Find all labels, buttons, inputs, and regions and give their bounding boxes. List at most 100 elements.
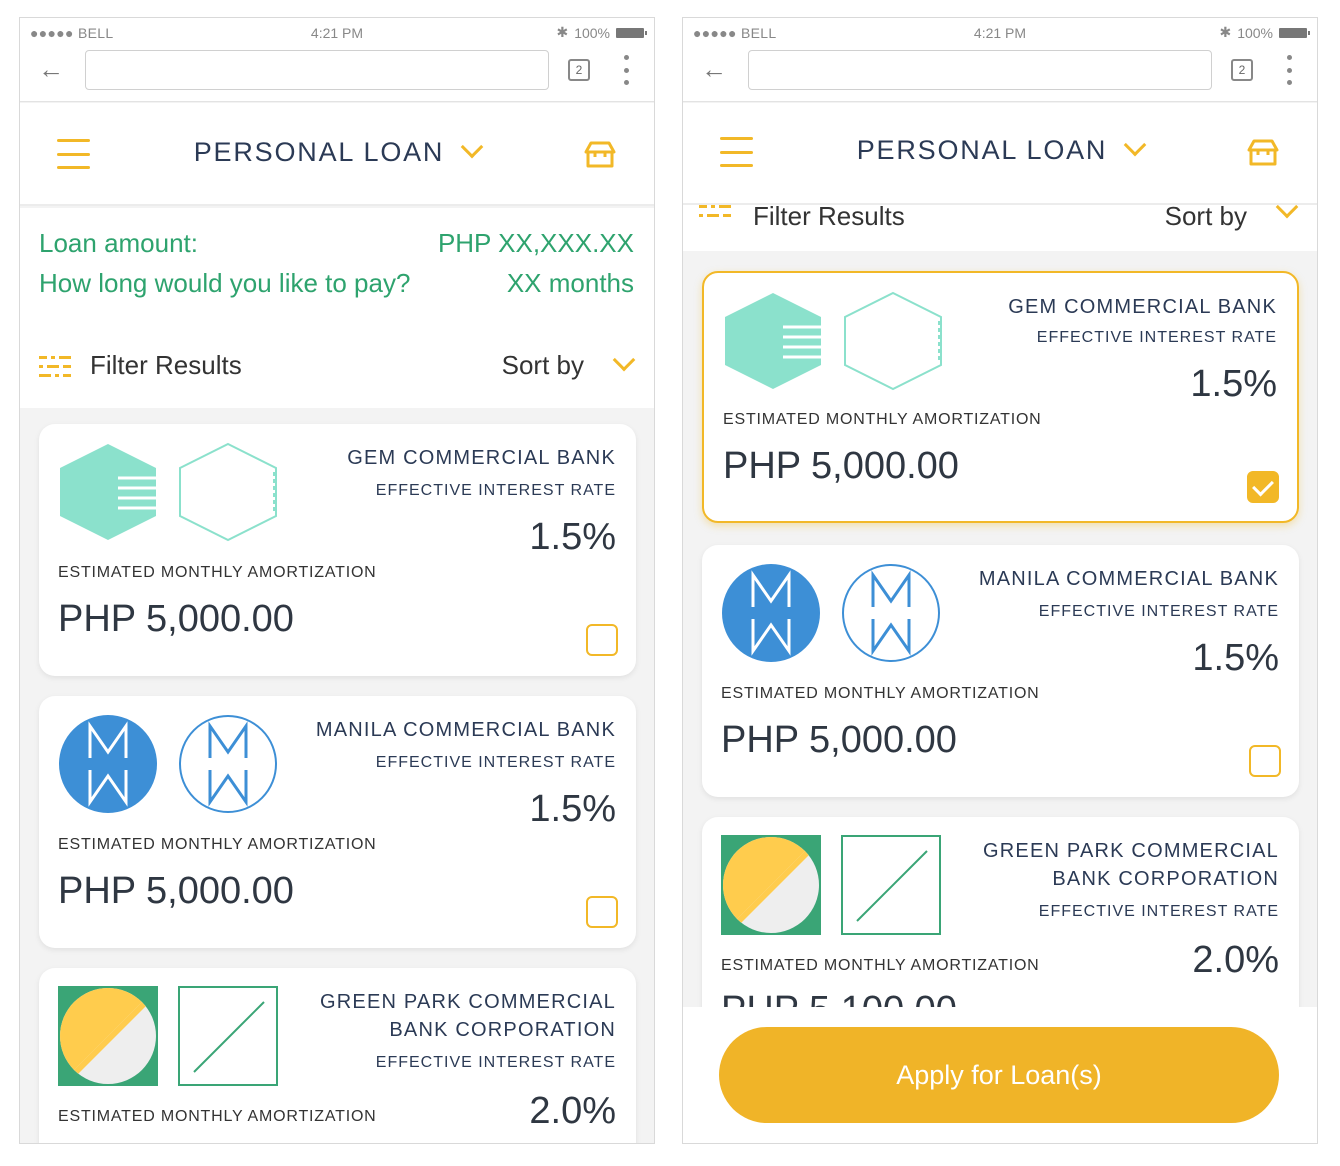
ema-value: PHP 5,000.00: [58, 598, 294, 640]
phone-screen-right: ●●●●● BELL 4:21 PM ✱ 100% ← 2 Filter Res…: [682, 17, 1318, 1144]
product-dropdown[interactable]: PERSONAL LOAN: [20, 135, 654, 168]
back-arrow-icon[interactable]: ←: [38, 56, 64, 82]
eir-label: EFFECTIVE INTEREST RATE: [1038, 903, 1279, 920]
loan-amount-label: Loan amount:: [39, 228, 199, 258]
chevron-down-icon: [460, 135, 484, 159]
loan-card-manila[interactable]: MANILA COMMERCIAL BANK EFFECTIVE INTERES…: [702, 545, 1299, 797]
loan-summary: Loan amount: PHP XX,XXX.XX How long woul…: [20, 208, 654, 408]
term-value[interactable]: XX months: [507, 268, 634, 299]
green-park-logo-outline-icon: [178, 986, 278, 1086]
ema-value: PHP 5,000.00: [723, 445, 959, 487]
apply-for-loans-button[interactable]: Apply for Loan(s): [719, 1027, 1279, 1123]
app-header: PERSONAL LOAN: [683, 103, 1317, 205]
bank-name: GEM COMMERCIAL BANK: [1008, 296, 1277, 318]
eir-value: 1.5%: [529, 788, 616, 830]
bank-name: GREEN PARK COMMERCIAL BANK CORPORATION: [320, 991, 616, 1041]
bank-name: GREEN PARK COMMERCIAL BANK CORPORATION: [983, 840, 1279, 890]
bluetooth-icon: ✱: [556, 24, 569, 40]
loan-amount-value[interactable]: PHP XX,XXX.XX: [438, 228, 634, 259]
select-checkbox[interactable]: [586, 896, 618, 928]
ema-label: ESTIMATED MONTHLY AMORTIZATION: [721, 685, 1040, 702]
manila-logo-icon: [722, 564, 820, 662]
status-right: ✱ 100%: [1219, 24, 1310, 41]
eir-label: EFFECTIVE INTEREST RATE: [1036, 329, 1277, 346]
term-label: How long would you like to pay?: [39, 268, 411, 298]
sort-by-button[interactable]: Sort by: [502, 350, 584, 381]
filter-bar: Filter Results Sort by: [683, 203, 1317, 251]
loan-card-green-park[interactable]: GREEN PARK COMMERCIAL BANK CORPORATION E…: [39, 968, 636, 1143]
loan-amount-row: Loan amount: PHP XX,XXX.XX: [39, 228, 634, 259]
status-bar: ●●●●● BELL 4:21 PM ✱ 100%: [683, 18, 1317, 48]
ema-label: ESTIMATED MONTHLY AMORTIZATION: [58, 1108, 377, 1125]
phone-screen-left: ●●●●● BELL 4:21 PM ✱ 100% ← 2 PERSONAL L…: [19, 17, 655, 1144]
tab-count-button[interactable]: 2: [568, 59, 590, 81]
bank-name: MANILA COMMERCIAL BANK: [315, 719, 616, 741]
browser-bar: ← 2: [20, 48, 654, 102]
filter-results-button[interactable]: Filter Results: [753, 203, 905, 232]
ema-label: ESTIMATED MONTHLY AMORTIZATION: [723, 411, 1042, 428]
url-input[interactable]: [748, 50, 1212, 90]
battery-icon: [1279, 27, 1310, 38]
bank-name: GEM COMMERCIAL BANK: [347, 447, 616, 469]
tab-count-button[interactable]: 2: [1231, 59, 1253, 81]
loan-card-gem[interactable]: GEM COMMERCIAL BANK EFFECTIVE INTEREST R…: [702, 271, 1299, 523]
bottom-action-bar: Apply for Loan(s): [683, 1007, 1317, 1143]
battery-icon: [616, 27, 647, 38]
eir-value: 1.5%: [1190, 363, 1277, 405]
url-input[interactable]: [85, 50, 549, 90]
green-park-logo-icon: [58, 986, 158, 1086]
eir-value: 1.5%: [1192, 637, 1279, 679]
bluetooth-icon: ✱: [1219, 24, 1232, 40]
loan-card-gem[interactable]: GEM COMMERCIAL BANK EFFECTIVE INTEREST R…: [39, 424, 636, 676]
ema-value: PHP 5,000.00: [58, 870, 294, 912]
scroll-area[interactable]: Filter Results Sort by GEM COMMERCIAL BA…: [683, 203, 1317, 1008]
term-row: How long would you like to pay? XX month…: [39, 268, 634, 299]
status-bar: ●●●●● BELL 4:21 PM ✱ 100%: [20, 18, 654, 48]
ema-label: ESTIMATED MONTHLY AMORTIZATION: [721, 957, 1040, 974]
loan-card-manila[interactable]: MANILA COMMERCIAL BANK EFFECTIVE INTERES…: [39, 696, 636, 948]
status-right: ✱ 100%: [556, 24, 647, 41]
page-title: PERSONAL LOAN: [193, 137, 445, 167]
chevron-down-icon[interactable]: [612, 348, 636, 372]
filter-icon[interactable]: [699, 203, 731, 229]
chevron-down-icon: [1123, 133, 1147, 157]
store-icon[interactable]: [1246, 135, 1280, 169]
select-checkbox[interactable]: [586, 624, 618, 656]
bank-name: MANILA COMMERCIAL BANK: [978, 568, 1279, 590]
ema-value: PHP 5,100.00: [721, 989, 957, 1008]
eir-value: 1.5%: [529, 516, 616, 558]
store-icon[interactable]: [583, 137, 617, 171]
ema-label: ESTIMATED MONTHLY AMORTIZATION: [58, 836, 377, 853]
green-park-logo-outline-icon: [841, 835, 941, 935]
filter-results-button[interactable]: Filter Results: [90, 350, 242, 381]
eir-value: 2.0%: [529, 1090, 616, 1132]
product-dropdown[interactable]: PERSONAL LOAN: [683, 133, 1317, 166]
gem-logo-icon: [60, 444, 156, 540]
eir-label: EFFECTIVE INTEREST RATE: [1038, 603, 1279, 620]
ema-label: ESTIMATED MONTHLY AMORTIZATION: [58, 564, 377, 581]
battery-percent: 100%: [1237, 24, 1273, 41]
gem-logo-icon: [725, 293, 821, 389]
back-arrow-icon[interactable]: ←: [701, 56, 727, 82]
manila-logo-outline-icon: [179, 715, 277, 813]
loan-card-green-park[interactable]: GREEN PARK COMMERCIAL BANK CORPORATION E…: [702, 817, 1299, 1008]
manila-logo-outline-icon: [842, 564, 940, 662]
chevron-down-icon[interactable]: [1275, 203, 1299, 219]
more-menu-icon[interactable]: [623, 55, 629, 85]
page-title: PERSONAL LOAN: [856, 135, 1108, 165]
filter-icon[interactable]: [39, 354, 71, 380]
select-checkbox[interactable]: [1249, 745, 1281, 777]
more-menu-icon[interactable]: [1286, 55, 1292, 85]
browser-bar: ← 2: [683, 48, 1317, 102]
sort-by-button[interactable]: Sort by: [1165, 203, 1247, 232]
green-park-logo-icon: [721, 835, 821, 935]
eir-value: 2.0%: [1192, 939, 1279, 981]
gem-logo-outline-icon: [844, 291, 942, 391]
eir-label: EFFECTIVE INTEREST RATE: [375, 482, 616, 499]
eir-label: EFFECTIVE INTEREST RATE: [375, 754, 616, 771]
filter-bar: Filter Results Sort by: [20, 330, 654, 400]
ema-value: PHP 5,000.00: [721, 719, 957, 761]
battery-percent: 100%: [574, 24, 610, 41]
eir-label: EFFECTIVE INTEREST RATE: [375, 1054, 616, 1071]
select-checkbox-checked[interactable]: [1247, 471, 1279, 503]
